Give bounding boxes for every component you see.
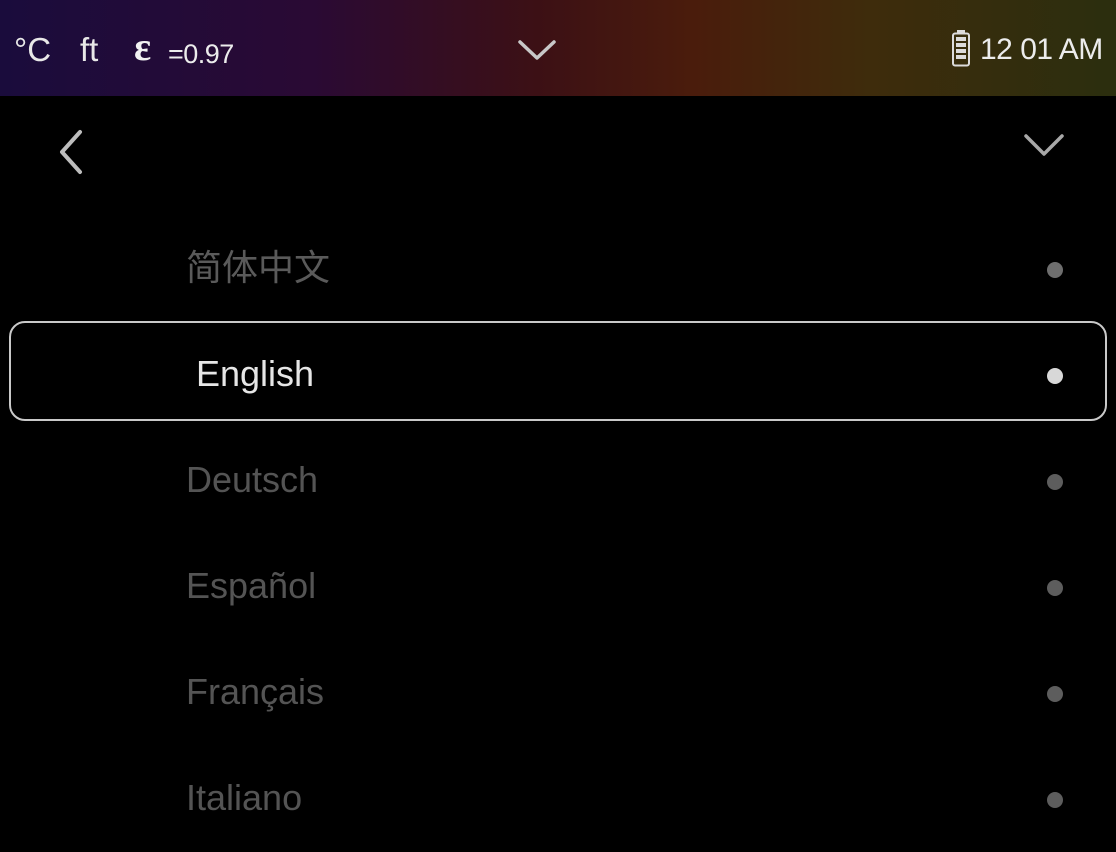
battery-icon [952,30,970,67]
language-option-italiano[interactable]: Italiano [0,746,1116,852]
back-button[interactable] [52,126,96,178]
language-option-chinese[interactable]: 简体中文 [0,216,1116,322]
language-list: 简体中文 English Deutsch Español Français It… [0,216,1116,852]
language-label: Deutsch [186,459,319,500]
chevron-down-icon[interactable] [516,36,558,64]
radio-dot [1047,368,1063,384]
status-bar: °C ft ε =0.97 12 01 AM [0,0,1116,96]
language-option-deutsch[interactable]: Deutsch [0,428,1116,534]
temperature-unit: °C [14,31,52,68]
chevron-down-icon[interactable] [1022,130,1066,162]
language-label: Français [186,671,325,712]
language-label: Italiano [186,777,303,818]
radio-dot [1047,474,1063,490]
emissivity-value: =0.97 [168,39,234,69]
clock: 12 01 AM [980,33,1103,66]
radio-dot [1047,792,1063,808]
language-option-francais[interactable]: Français [0,640,1116,746]
distance-unit: ft [80,31,99,68]
language-option-english[interactable]: English [0,322,1116,428]
radio-dot [1047,262,1063,278]
language-label: English [196,353,315,394]
radio-dot [1047,686,1063,702]
language-label: Español [186,565,317,606]
emissivity-symbol: ε [134,24,152,69]
radio-dot [1047,580,1063,596]
language-label: 简体中文 [186,247,331,288]
language-option-espanol[interactable]: Español [0,534,1116,640]
